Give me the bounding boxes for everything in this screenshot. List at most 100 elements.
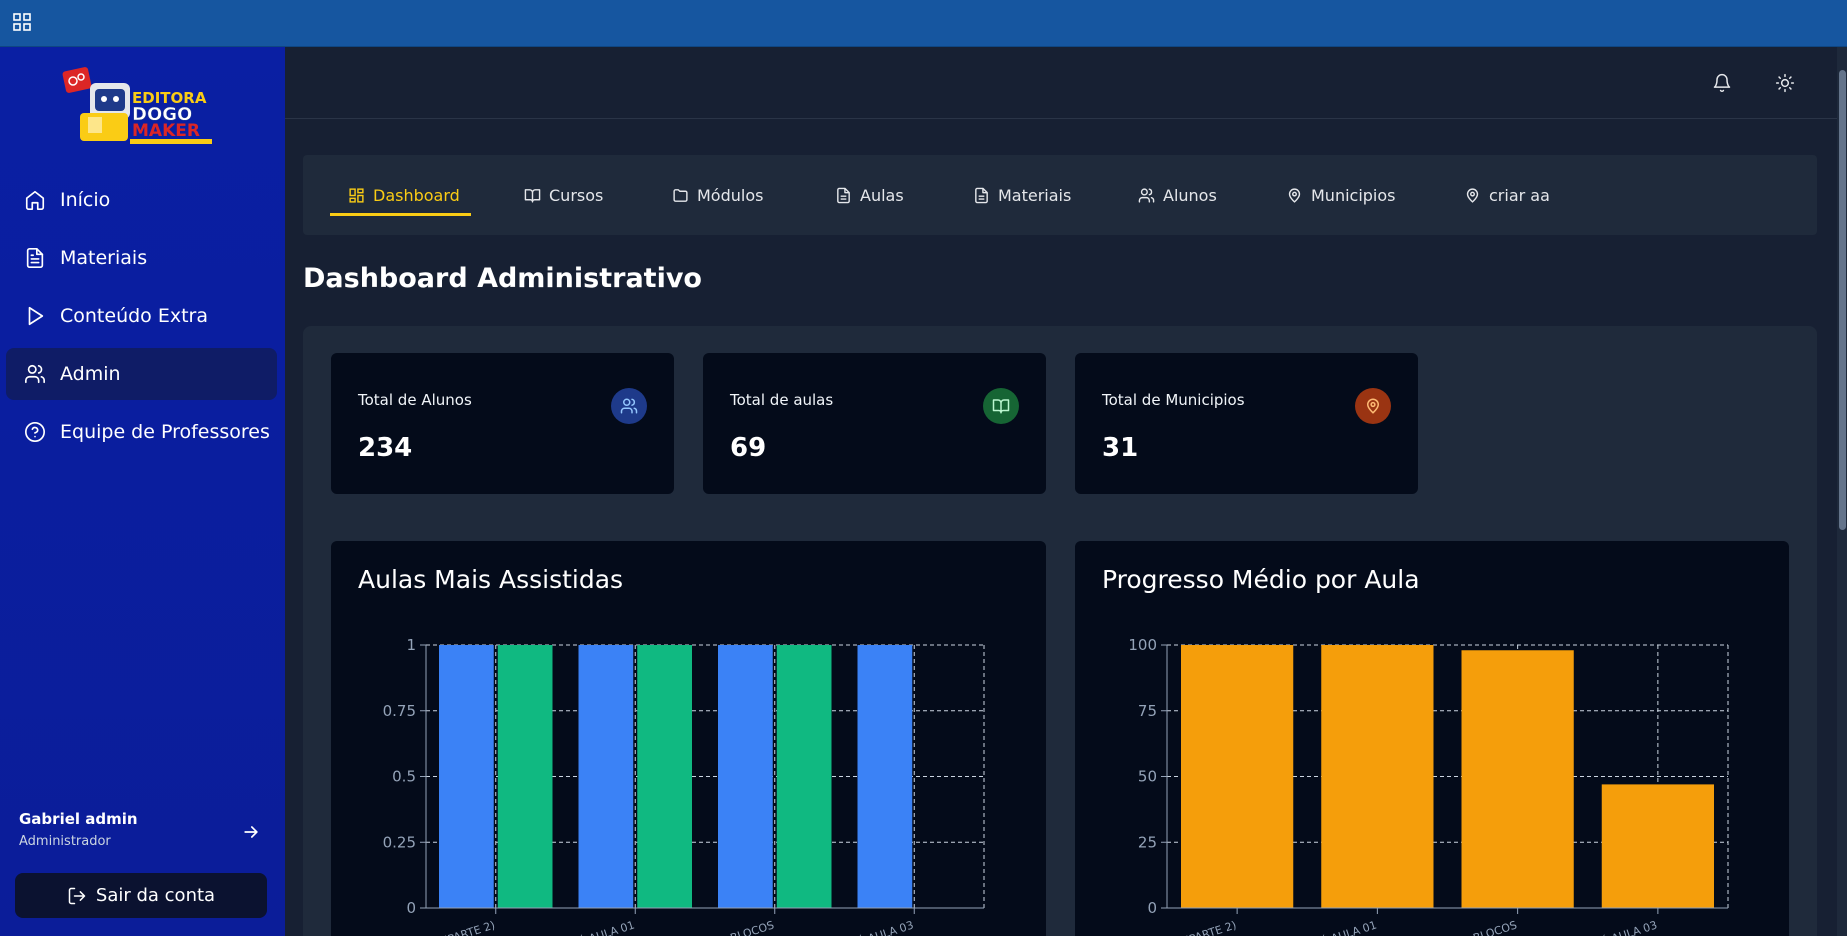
- tab-dashboard[interactable]: Dashboard: [348, 155, 460, 235]
- stat-value: 234: [358, 433, 413, 463]
- play-icon: [28, 306, 44, 326]
- y-tick-label: 1: [406, 636, 416, 654]
- map-pin-icon: [1355, 388, 1391, 424]
- x-tick-label: ...PRÉ AULA 01: [1296, 918, 1378, 936]
- y-tick-label: 0.5: [392, 768, 416, 786]
- logo-text-maker: MAKER: [132, 121, 200, 141]
- log-out-icon: [68, 887, 86, 904]
- sun-icon[interactable]: [1775, 73, 1795, 93]
- chart-bar[interactable]: [637, 645, 692, 908]
- scrollbar-thumb[interactable]: [1839, 70, 1846, 530]
- sidebar-item-conteudo-extra[interactable]: Conteúdo Extra: [6, 290, 277, 342]
- stat-card-total-municipios: Total de Municipios 31: [1075, 353, 1418, 494]
- bell-icon[interactable]: [1712, 73, 1732, 93]
- document-icon: [26, 248, 44, 268]
- stat-card-total-aulas: Total de aulas 69: [703, 353, 1046, 494]
- chart-bar[interactable]: [1321, 645, 1434, 908]
- logout-label: Sair da conta: [95, 885, 216, 906]
- tab-cursos[interactable]: Cursos: [524, 155, 603, 235]
- file-icon: [837, 187, 850, 203]
- file-icon: [975, 187, 988, 203]
- arrow-right-icon[interactable]: [241, 822, 261, 842]
- apps-grid-icon[interactable]: [12, 12, 32, 32]
- chart-bar[interactable]: [857, 645, 913, 908]
- x-tick-label: ...PRÉ AULA 01: [554, 918, 636, 936]
- sidebar-item-inicio[interactable]: Início: [6, 174, 277, 226]
- chart-bar[interactable]: [1181, 645, 1294, 908]
- bar-chart-aulas-mais-assistidas: 0 0.25 0.5 0.75 1 ...ES (PARTE 2) ...PRÉ AULA …: [383, 636, 985, 936]
- tab-aulas[interactable]: Aulas: [835, 155, 904, 235]
- sidebar-item-label: Admin: [60, 363, 121, 385]
- dashboard-icon: [349, 187, 364, 203]
- users-icon: [1138, 187, 1155, 203]
- map-pin-icon: [1466, 187, 1479, 203]
- x-tick-label: ...ES (PARTE 2): [416, 918, 497, 936]
- tab-label: Materiais: [998, 185, 1072, 205]
- stat-label: Total de Alunos: [358, 391, 472, 409]
- y-tick-label: 75: [1138, 702, 1157, 720]
- x-tick-label: ...ES (PARTE 2): [1157, 918, 1238, 936]
- home-icon: [25, 190, 45, 210]
- tab-criar-aa[interactable]: criar aa: [1464, 155, 1550, 235]
- stat-label: Total de aulas: [730, 391, 834, 409]
- tab-label: Dashboard: [373, 185, 460, 205]
- stat-label: Total de Municipios: [1102, 391, 1245, 409]
- sidebar-item-equipe-de-professores[interactable]: Equipe de Professores: [6, 406, 277, 458]
- chart-bar[interactable]: [718, 645, 773, 908]
- stat-value: 31: [1102, 433, 1139, 463]
- chart-card-aulas-mais-assistidas: Aulas Mais Assistidas 00.250.50.751...ES…: [331, 541, 1046, 936]
- tab-label: Aulas: [860, 185, 904, 205]
- y-tick-label: 0: [1147, 899, 1157, 917]
- book-open-icon: [983, 388, 1019, 424]
- sidebar-item-admin[interactable]: Admin: [6, 348, 277, 400]
- tab-alunos[interactable]: Alunos: [1138, 155, 1217, 235]
- tab-municipios[interactable]: Municipios: [1286, 155, 1396, 235]
- chart-bar[interactable]: [776, 645, 832, 908]
- chart-bar[interactable]: [439, 645, 494, 908]
- sidebar-nav: Início Materiais Conteúdo Extra Admin Eq…: [6, 174, 277, 464]
- tab-label: Alunos: [1163, 185, 1217, 205]
- tab-label: criar aa: [1489, 185, 1550, 205]
- map-pin-icon: [1288, 187, 1301, 203]
- page-title: Dashboard Administrativo: [303, 263, 702, 294]
- main-header: [285, 47, 1837, 119]
- user-name: Gabriel admin: [19, 810, 138, 828]
- chart-bar[interactable]: [578, 645, 634, 908]
- tab-label: Módulos: [697, 185, 764, 205]
- tab-label: Municipios: [1311, 185, 1396, 205]
- bar-chart-progresso-medio: 0 25 50 75 100 ...ES (PARTE 2) ...PRÉ AULA 01.…: [1128, 636, 1729, 936]
- chart-bar[interactable]: [1601, 784, 1714, 908]
- sidebar: EDITORA DOGO MAKER Início Materiais Cont…: [0, 47, 285, 936]
- y-tick-label: 0: [406, 899, 416, 917]
- y-tick-label: 0.75: [383, 702, 416, 720]
- stat-card-total-alunos: Total de Alunos 234: [331, 353, 674, 494]
- users-icon: [611, 388, 647, 424]
- sidebar-item-label: Materiais: [60, 247, 148, 269]
- y-tick-label: 100: [1128, 636, 1157, 654]
- active-tab-indicator: [330, 213, 471, 216]
- chart-bar[interactable]: [1461, 650, 1574, 908]
- sidebar-item-label: Início: [60, 189, 111, 211]
- x-tick-label: ...BLOCOS BLOCOS: [672, 918, 775, 936]
- y-tick-label: 25: [1138, 833, 1157, 851]
- tab-label: Cursos: [549, 185, 604, 205]
- y-tick-label: 50: [1138, 768, 1157, 786]
- admin-tabs: Dashboard Cursos Módulos Aulas Materiais…: [303, 155, 1817, 235]
- sidebar-item-materiais[interactable]: Materiais: [6, 232, 277, 284]
- x-tick-label: ...BLOCOS BLOCOS: [1415, 918, 1518, 936]
- logout-button[interactable]: Sair da conta: [15, 873, 267, 918]
- book-icon: [524, 188, 541, 203]
- x-tick-label: ...PRÉ AULA 03: [833, 918, 915, 936]
- chart-bar[interactable]: [497, 645, 553, 908]
- user-role: Administrador: [19, 834, 111, 849]
- sidebar-item-label: Conteúdo Extra: [60, 305, 208, 327]
- folder-icon: [673, 188, 688, 202]
- user-info: Gabriel admin Administrador: [19, 810, 269, 849]
- x-tick-label: ...PRÉ AULA 03: [1577, 918, 1659, 936]
- editora-dogo-maker-logo[interactable]: EDITORA DOGO MAKER: [60, 65, 225, 147]
- os-taskbar: [0, 0, 1847, 47]
- tab-materiais[interactable]: Materiais: [973, 155, 1071, 235]
- tab-modulos[interactable]: Módulos: [672, 155, 763, 235]
- stat-value: 69: [730, 433, 767, 463]
- help-circle-icon: [25, 422, 45, 442]
